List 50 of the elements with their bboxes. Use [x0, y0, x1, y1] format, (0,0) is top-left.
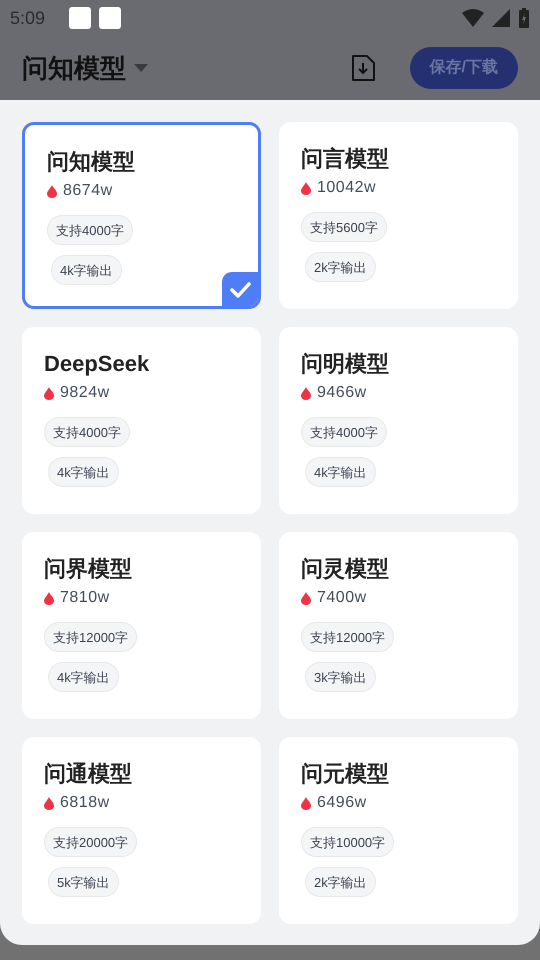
- model-name: 问元模型: [301, 760, 389, 788]
- model-name: DeepSeek: [44, 350, 150, 378]
- status-time: 5:09: [10, 6, 46, 30]
- heat-count: 6818w: [60, 793, 110, 813]
- heat-count: 10042w: [317, 178, 376, 198]
- tag: 2k字输出: [305, 252, 376, 282]
- heat-count: 7810w: [60, 588, 110, 608]
- model-card[interactable]: 问言模型 10042w 支持5600字 2k字输出: [279, 122, 518, 309]
- tag: 2k字输出: [305, 867, 376, 897]
- tag: 支持4000字: [44, 417, 130, 447]
- tag: 4k字输出: [51, 255, 122, 285]
- download-file-icon[interactable]: [350, 54, 376, 82]
- heat-count: 7400w: [317, 588, 367, 608]
- tag: 3k字输出: [305, 662, 376, 692]
- model-card[interactable]: 问灵模型 7400w 支持12000字 3k字输出: [279, 532, 518, 719]
- tag: 支持20000字: [44, 827, 138, 857]
- tag: 4k字输出: [48, 457, 119, 487]
- notification-icon: [99, 7, 122, 29]
- dropdown-caret-icon[interactable]: [134, 64, 148, 72]
- tag: 4k字输出: [48, 662, 119, 692]
- model-card[interactable]: DeepSeek 9824w 支持4000字 4k字输出: [22, 327, 261, 514]
- tag: 4k字输出: [305, 457, 376, 487]
- signal-icon: [492, 9, 510, 27]
- heat-count: 9824w: [60, 383, 110, 403]
- model-card[interactable]: 问界模型 7810w 支持12000字 4k字输出: [22, 532, 261, 719]
- model-name: 问知模型: [47, 148, 135, 176]
- model-name: 问通模型: [44, 760, 132, 788]
- check-icon: [222, 272, 258, 306]
- model-card[interactable]: 问明模型 9466w 支持4000字 4k字输出: [279, 327, 518, 514]
- heat-count: 8674w: [63, 181, 113, 201]
- heat-count: 9466w: [317, 383, 367, 403]
- model-name: 问灵模型: [301, 555, 389, 583]
- notification-icon: [69, 7, 92, 29]
- model-card[interactable]: 问通模型 6818w 支持20000字 5k字输出: [22, 737, 261, 924]
- model-name: 问明模型: [301, 350, 389, 378]
- tag: 支持12000字: [301, 622, 394, 652]
- tag: 支持5600字: [301, 212, 387, 242]
- tag: 支持12000字: [44, 622, 138, 652]
- tag: 支持10000字: [301, 827, 394, 857]
- battery-icon: [518, 8, 530, 28]
- model-card[interactable]: 问元模型 6496w 支持10000字 2k字输出: [279, 737, 518, 924]
- tag: 支持4000字: [47, 215, 133, 245]
- model-name: 问言模型: [301, 145, 389, 173]
- tag: 支持4000字: [301, 417, 387, 447]
- tag: 5k字输出: [48, 867, 119, 897]
- wifi-icon: [462, 9, 484, 27]
- model-card[interactable]: 问知模型 8674w 支持4000字 4k字输出: [22, 122, 261, 309]
- model-name: 问界模型: [44, 555, 132, 583]
- heat-count: 6496w: [317, 793, 367, 813]
- model-title: 问知模型: [22, 52, 126, 84]
